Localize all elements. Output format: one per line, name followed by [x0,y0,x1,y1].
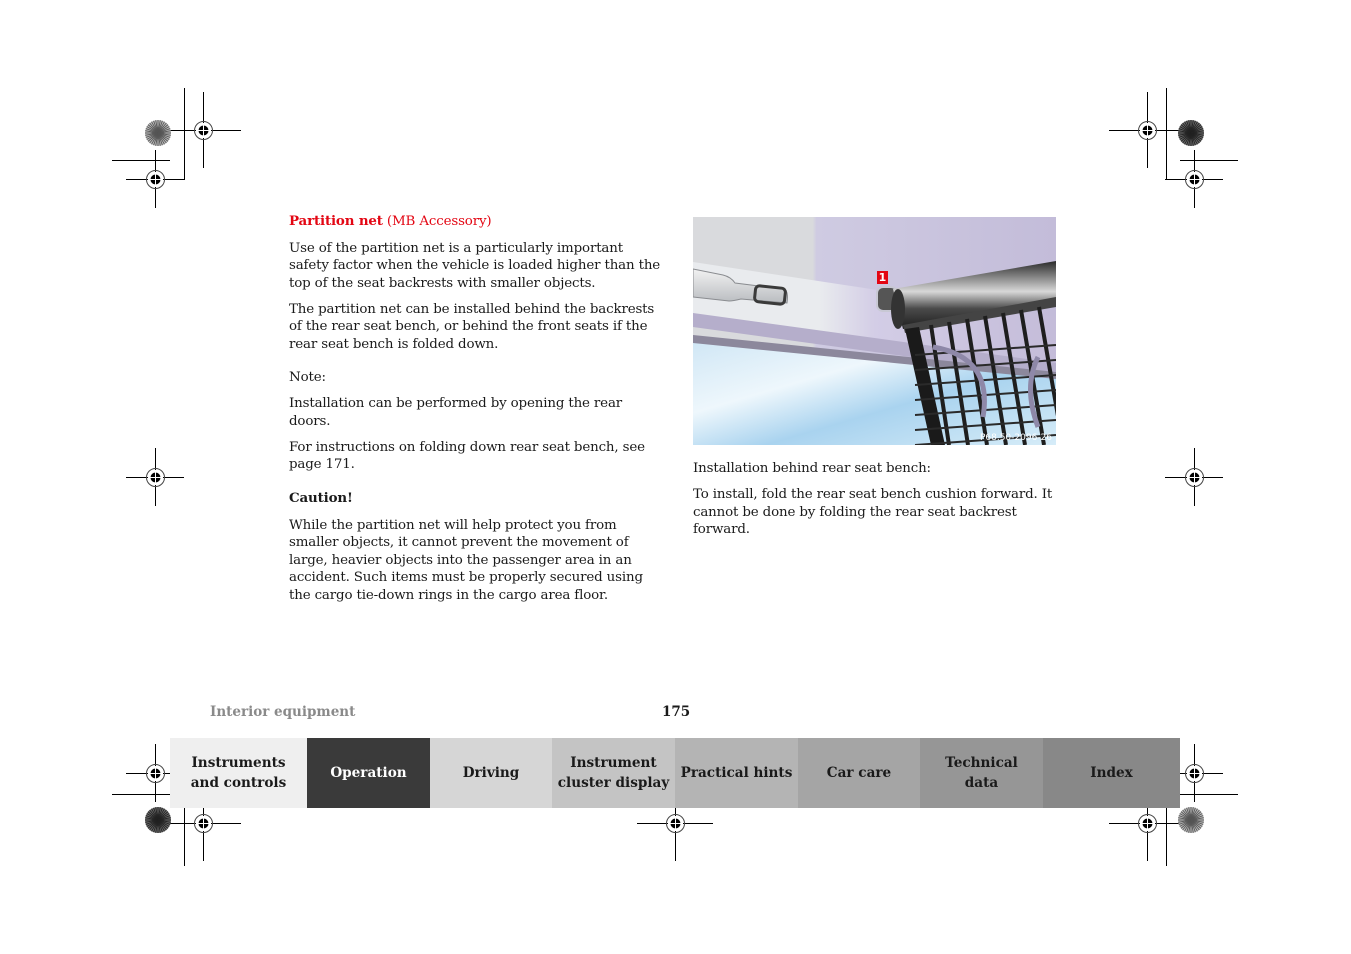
illustration-graphic [693,217,1056,445]
color-calibration-star-icon [144,806,172,834]
left-column: Partition net (MB Accessory) Use of the … [289,213,661,613]
tab-instruments-and-controls[interactable]: Instruments and controls [170,738,307,808]
crop-line [1166,808,1167,866]
install-instructions: To install, fold the rear seat bench cus… [693,487,1053,537]
registration-target-icon [193,813,214,834]
heading-accessory-note: (MB Accessory) [382,214,492,229]
tab-label: Instruments and controls [190,755,287,791]
tab-label: Technical data [945,755,1018,791]
page-number: 175 [662,704,691,720]
tab-label: Driving [462,765,520,781]
tab-label: Practical hints [680,765,793,781]
color-calibration-star-icon [1177,119,1205,147]
install-location-paragraph: The partition net can be installed behin… [289,301,655,352]
crop-line [184,88,185,180]
figure-caption: Installation behind rear seat bench: [693,461,931,476]
registration-target-icon [1184,763,1205,784]
registration-target-icon [1184,169,1205,190]
tab-practical-hints[interactable]: Practical hints [675,738,798,808]
crop-line [1180,794,1238,795]
crop-line [1166,88,1167,180]
color-calibration-star-icon [1177,806,1205,834]
caution-text: While the partition net will help protec… [289,517,643,603]
note-paragraph-page-ref: For instructions on folding down rear se… [289,439,645,473]
crop-line [112,794,170,795]
note-label: Note: [289,370,326,385]
crop-line [112,160,170,161]
note-paragraph: Installation can be performed by opening… [289,396,623,429]
tab-label: Instrument cluster display [557,755,670,791]
registration-target-icon [145,169,166,190]
registration-target-icon [1137,120,1158,141]
image-reference-code: P68.50-2096-26 [979,433,1052,443]
callout-marker-1: 1 [877,271,888,284]
registration-target-icon [1184,467,1205,488]
tab-technical-data[interactable]: Technical data [920,738,1043,808]
registration-target-icon [665,813,686,834]
tab-index[interactable]: Index [1043,738,1180,808]
registration-target-icon [145,467,166,488]
tab-driving[interactable]: Driving [430,738,552,808]
crop-line [1180,160,1238,161]
tab-label: Car care [826,765,892,781]
registration-target-icon [193,120,214,141]
chapter-navigation-bar: Instruments and controls Operation Drivi… [170,738,1180,808]
tab-label: Operation [330,765,407,781]
right-column: Installation behind rear seat bench: To … [693,460,1058,547]
registration-target-icon [1137,813,1158,834]
intro-paragraph: Use of the partition net is a particular… [289,240,661,291]
tab-car-care[interactable]: Car care [798,738,920,808]
caution-label: Caution! [289,489,353,506]
tab-instrument-cluster-display[interactable]: Instrument cluster display [552,738,675,808]
registration-target-icon [145,763,166,784]
tab-label: Index [1090,765,1133,781]
partition-net-illustration: 1 P68.50-2096-26 [693,217,1056,445]
tab-operation[interactable]: Operation [307,738,430,808]
heading-title: Partition net [289,213,383,229]
section-heading: Partition net (MB Accessory) [289,213,661,231]
color-calibration-star-icon [144,119,172,147]
crop-line [184,808,185,866]
section-label: Interior equipment [210,704,356,720]
